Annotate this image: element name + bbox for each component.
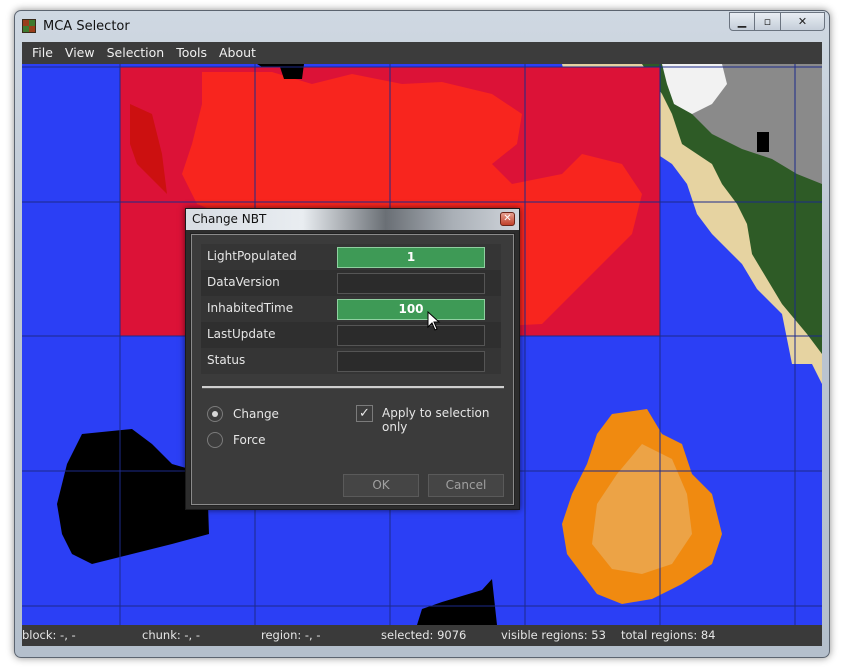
nbt-label: DataVersion — [207, 275, 280, 289]
close-window-button[interactable]: ✕ — [781, 12, 825, 31]
apply-selection-label[interactable]: Apply to selection only — [382, 406, 513, 434]
window-title: MCA Selector — [43, 19, 130, 34]
title-bar[interactable]: MCA Selector ▁ ▫ ✕ — [15, 11, 829, 41]
dialog-body: LightPopulated 1 DataVersion InhabitedTi… — [190, 233, 515, 506]
dialog-title-bar[interactable]: Change NBT ✕ — [186, 209, 519, 230]
menu-bar: File View Selection Tools About — [22, 42, 822, 64]
nbt-row-dataversion: DataVersion — [201, 270, 501, 296]
force-mode-radio[interactable] — [207, 432, 223, 448]
close-icon: ✕ — [503, 213, 512, 224]
menu-file[interactable]: File — [26, 42, 59, 64]
status-total-regions: total regions: 84 — [621, 628, 716, 642]
menu-view[interactable]: View — [59, 42, 101, 64]
dialog-title: Change NBT — [192, 212, 267, 226]
grass-block-icon — [22, 19, 36, 33]
status-input[interactable] — [337, 351, 485, 372]
apply-selection-checkbox[interactable]: ✓ — [356, 405, 373, 422]
nbt-row-inhabitedtime: InhabitedTime 100 — [201, 296, 501, 322]
mouse-cursor-icon — [427, 311, 441, 331]
maximize-icon: ▫ — [763, 15, 772, 28]
close-icon: ✕ — [797, 15, 808, 28]
nbt-row-status: Status — [201, 348, 501, 374]
nbt-label: LastUpdate — [207, 327, 276, 341]
nbt-row-lightpopulated: LightPopulated 1 — [201, 244, 501, 270]
dataversion-input[interactable] — [337, 273, 485, 294]
lightpopulated-input[interactable]: 1 — [337, 247, 485, 268]
change-nbt-dialog: Change NBT ✕ LightPopulated 1 DataVersio… — [185, 208, 520, 510]
maximize-button[interactable]: ▫ — [755, 12, 781, 31]
menu-selection[interactable]: Selection — [101, 42, 171, 64]
status-visible-regions: visible regions: 53 — [501, 628, 606, 642]
ok-button[interactable]: OK — [343, 474, 419, 497]
lastupdate-input[interactable] — [337, 325, 485, 346]
dialog-close-button[interactable]: ✕ — [500, 212, 515, 226]
minimize-icon: ▁ — [737, 15, 747, 28]
checkmark-icon: ✓ — [359, 406, 370, 421]
menu-about[interactable]: About — [213, 42, 262, 64]
status-selected: selected: 9076 — [381, 628, 467, 642]
change-mode-label[interactable]: Change — [233, 407, 279, 421]
status-bar: block: -, - chunk: -, - region: -, - sel… — [22, 625, 822, 646]
status-block: block: -, - — [22, 628, 76, 642]
force-mode-label[interactable]: Force — [233, 433, 265, 447]
nbt-label: LightPopulated — [207, 249, 297, 263]
minimize-button[interactable]: ▁ — [729, 12, 755, 31]
inhabitedtime-input[interactable]: 100 — [337, 299, 485, 320]
change-mode-radio[interactable] — [207, 406, 223, 422]
menu-tools[interactable]: Tools — [170, 42, 213, 64]
nbt-field-table: LightPopulated 1 DataVersion InhabitedTi… — [201, 244, 501, 374]
nbt-label: Status — [207, 353, 246, 367]
status-chunk: chunk: -, - — [142, 628, 200, 642]
nbt-row-lastupdate: LastUpdate — [201, 322, 501, 348]
status-region: region: -, - — [261, 628, 321, 642]
window-controls: ▁ ▫ ✕ — [729, 12, 825, 32]
dialog-separator — [202, 386, 504, 389]
cancel-button[interactable]: Cancel — [428, 474, 504, 497]
nbt-label: InhabitedTime — [207, 301, 294, 315]
void-patch-northeast — [757, 132, 769, 152]
